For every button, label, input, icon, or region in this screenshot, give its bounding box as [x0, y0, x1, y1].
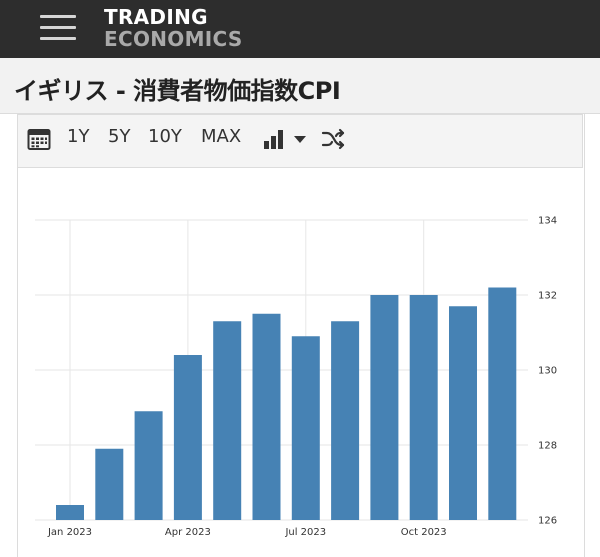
bar-sep-2023[interactable]: [370, 295, 399, 520]
y-tick-label: 130: [538, 366, 557, 377]
y-tick-label: 126: [538, 516, 557, 527]
y-axis-tick-labels: 126 128 130 132 134: [538, 216, 557, 527]
bar-feb-2023[interactable]: [95, 448, 124, 520]
bar-nov-2023[interactable]: [449, 306, 477, 520]
y-tick-label: 132: [538, 291, 557, 302]
bar-mar-2023[interactable]: [134, 411, 163, 520]
bar-jul-2023[interactable]: [291, 336, 320, 520]
bar-may-2023[interactable]: [213, 321, 242, 520]
y-tick-label: 134: [538, 216, 557, 227]
y-tick-label: 128: [538, 441, 557, 452]
x-tick-label: Apr 2023: [165, 527, 211, 538]
bar-apr-2023[interactable]: [173, 355, 202, 520]
bar-jun-2023[interactable]: [252, 313, 281, 520]
x-axis-tick-labels: Jan 2023 Apr 2023 Jul 2023 Oct 2023: [47, 527, 447, 538]
x-tick-label: Jan 2023: [47, 527, 92, 538]
bar-jan-2023[interactable]: [56, 505, 84, 520]
bar-oct-2023[interactable]: [409, 295, 438, 520]
cpi-bar-chart: 126 128 130 132 134 Jan 2023 Apr 2023 Jul 2023…: [35, 216, 557, 538]
bar-aug-2023[interactable]: [331, 321, 360, 520]
bar-dec-2023[interactable]: [488, 287, 517, 521]
x-tick-label: Jul 2023: [284, 527, 326, 538]
x-tick-label: Oct 2023: [401, 527, 447, 538]
chart-bars: [56, 287, 517, 521]
